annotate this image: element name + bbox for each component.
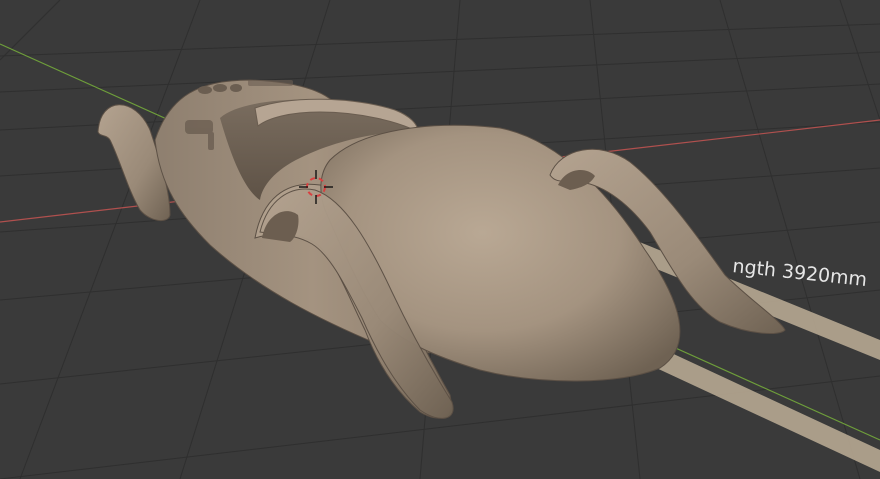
3d-viewport[interactable]: ngth 3920mm	[0, 0, 880, 479]
viewport-scene[interactable]: ngth 3920mm	[0, 0, 880, 479]
measurement-label: ngth 3920mm	[731, 255, 868, 291]
